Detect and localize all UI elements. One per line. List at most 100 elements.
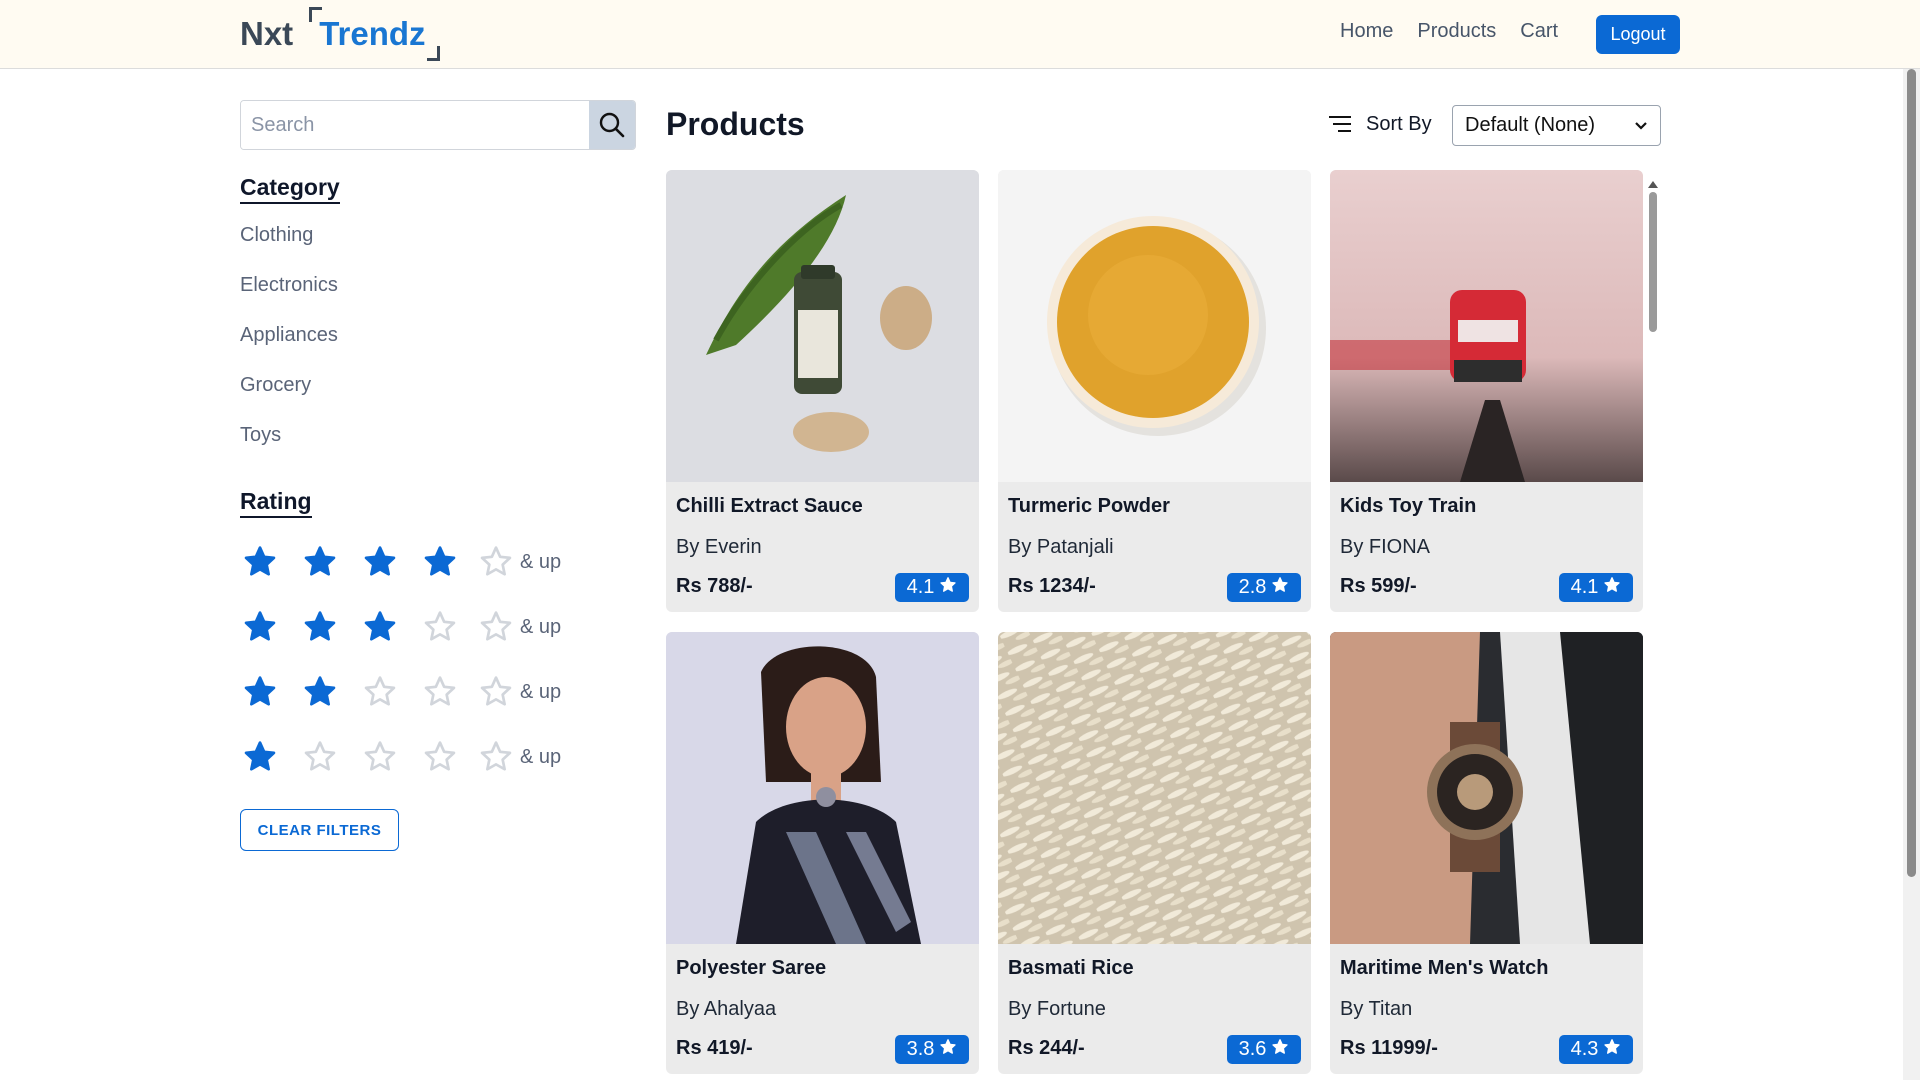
category-item-electronics[interactable]: Electronics xyxy=(240,274,338,324)
star-icon xyxy=(360,542,400,582)
star-outline-icon xyxy=(300,737,340,777)
search-button[interactable] xyxy=(589,101,635,149)
sort-by-label: Sort By xyxy=(1366,113,1432,135)
category-item-clothing[interactable]: Clothing xyxy=(240,224,338,274)
product-image-kids-toy-train xyxy=(1330,170,1643,482)
navbar: Nxt Trendz Home Products Cart Logout xyxy=(0,0,1920,69)
product-image-basmati-rice xyxy=(998,632,1311,944)
product-title: Chilli Extract Sauce xyxy=(676,495,863,517)
product-title: Basmati Rice xyxy=(1008,957,1134,979)
category-list: Clothing Electronics Appliances Grocery … xyxy=(240,224,338,474)
product-card[interactable]: Turmeric Powder By Patanjali Rs 1234/- 2… xyxy=(998,170,1311,612)
product-card[interactable]: Basmati Rice By Fortune Rs 244/- 3.6 xyxy=(998,632,1311,1074)
sort-selected-value: Default (None) xyxy=(1465,114,1596,136)
product-image-polyester-saree xyxy=(666,632,979,944)
product-title: Polyester Saree xyxy=(676,957,827,979)
brand-logo[interactable]: Nxt Trendz xyxy=(240,7,440,61)
product-image-chilli-extract-sauce xyxy=(666,170,979,482)
rating-value: 4.1 xyxy=(1570,576,1599,598)
rating-value: 2.8 xyxy=(1238,576,1267,598)
product-brand: By Everin xyxy=(676,536,762,558)
chevron-down-icon xyxy=(1635,121,1647,130)
star-icon xyxy=(240,672,280,712)
rating-badge: 4.1 xyxy=(895,573,969,602)
search-input[interactable] xyxy=(241,101,589,149)
star-icon xyxy=(939,576,957,600)
rating-badge: 4.3 xyxy=(1559,1035,1633,1064)
logout-button[interactable]: Logout xyxy=(1596,15,1680,54)
star-icon xyxy=(300,542,340,582)
rating-badge: 4.1 xyxy=(1559,573,1633,602)
product-card[interactable]: Kids Toy Train By FIONA Rs 599/- 4.1 xyxy=(1330,170,1643,612)
star-icon xyxy=(240,607,280,647)
star-icon xyxy=(420,542,460,582)
search-bar xyxy=(240,100,636,150)
clear-filters-button[interactable]: CLEAR FILTERS xyxy=(240,809,399,851)
product-card[interactable]: Chilli Extract Sauce By Everin Rs 788/- … xyxy=(666,170,979,612)
nav-links: Home Products Cart xyxy=(1340,20,1558,43)
star-outline-icon xyxy=(476,607,516,647)
product-image-turmeric-powder xyxy=(998,170,1311,482)
page-scrollbar-thumb[interactable] xyxy=(1907,69,1916,877)
products-heading: Products xyxy=(666,106,805,142)
product-brand: By FIONA xyxy=(1340,536,1431,558)
rating-and-up-label: & up xyxy=(520,550,562,573)
page: Nxt Trendz Home Products Cart Logout Cat… xyxy=(0,0,1920,1080)
products-scrollbar[interactable] xyxy=(1646,176,1660,1074)
rating-and-up-label: & up xyxy=(520,680,562,703)
rating-filter-3-up[interactable]: & up xyxy=(240,607,561,647)
rating-value: 4.3 xyxy=(1570,1038,1599,1060)
star-outline-icon xyxy=(420,672,460,712)
category-item-grocery[interactable]: Grocery xyxy=(240,374,338,424)
product-card[interactable]: Polyester Saree By Ahalyaa Rs 419/- 3.8 xyxy=(666,632,979,1074)
star-outline-icon xyxy=(476,737,516,777)
rating-heading: Rating xyxy=(240,488,312,518)
rating-filter-2-up[interactable]: & up xyxy=(240,672,561,712)
star-icon xyxy=(360,607,400,647)
product-title: Maritime Men's Watch xyxy=(1340,957,1549,979)
star-outline-icon xyxy=(476,672,516,712)
star-icon xyxy=(300,672,340,712)
page-scrollbar[interactable] xyxy=(1903,69,1920,1080)
star-icon xyxy=(1271,576,1289,600)
star-icon xyxy=(240,737,280,777)
sort-select[interactable]: Default (None) xyxy=(1452,105,1661,146)
rating-value: 3.6 xyxy=(1238,1038,1267,1060)
star-icon xyxy=(240,542,280,582)
product-price: Rs 11999/- xyxy=(1340,1037,1438,1059)
star-icon xyxy=(1603,1038,1621,1062)
logo-text-trendz: Trendz xyxy=(309,7,440,61)
star-outline-icon xyxy=(476,542,516,582)
sort-icon xyxy=(1329,116,1351,132)
product-price: Rs 599/- xyxy=(1340,575,1417,597)
rating-and-up-label: & up xyxy=(520,615,562,638)
rating-badge: 2.8 xyxy=(1227,573,1301,602)
product-image-maritime-mens-watch xyxy=(1330,632,1643,944)
product-price: Rs 788/- xyxy=(676,575,753,597)
category-heading: Category xyxy=(240,174,340,204)
rating-value: 3.8 xyxy=(906,1038,935,1060)
nav-products-link[interactable]: Products xyxy=(1417,20,1496,43)
product-price: Rs 244/- xyxy=(1008,1037,1085,1059)
product-brand: By Patanjali xyxy=(1008,536,1114,558)
search-icon xyxy=(599,112,625,138)
product-brand: By Titan xyxy=(1340,998,1413,1020)
rating-and-up-label: & up xyxy=(520,745,562,768)
star-outline-icon xyxy=(420,607,460,647)
star-outline-icon xyxy=(420,737,460,777)
star-outline-icon xyxy=(360,672,400,712)
category-item-toys[interactable]: Toys xyxy=(240,424,338,474)
star-icon xyxy=(1603,576,1621,600)
category-item-appliances[interactable]: Appliances xyxy=(240,324,338,374)
rating-filter-4-up[interactable]: & up xyxy=(240,542,561,582)
product-title: Kids Toy Train xyxy=(1340,495,1477,517)
nav-cart-link[interactable]: Cart xyxy=(1520,20,1558,43)
rating-filter-1-up[interactable]: & up xyxy=(240,737,561,777)
product-price: Rs 419/- xyxy=(676,1037,753,1059)
product-card[interactable]: Maritime Men's Watch By Titan Rs 11999/-… xyxy=(1330,632,1643,1074)
nav-home-link[interactable]: Home xyxy=(1340,20,1393,43)
star-icon xyxy=(1271,1038,1289,1062)
product-price: Rs 1234/- xyxy=(1008,575,1096,597)
product-brand: By Fortune xyxy=(1008,998,1106,1020)
star-icon xyxy=(300,607,340,647)
